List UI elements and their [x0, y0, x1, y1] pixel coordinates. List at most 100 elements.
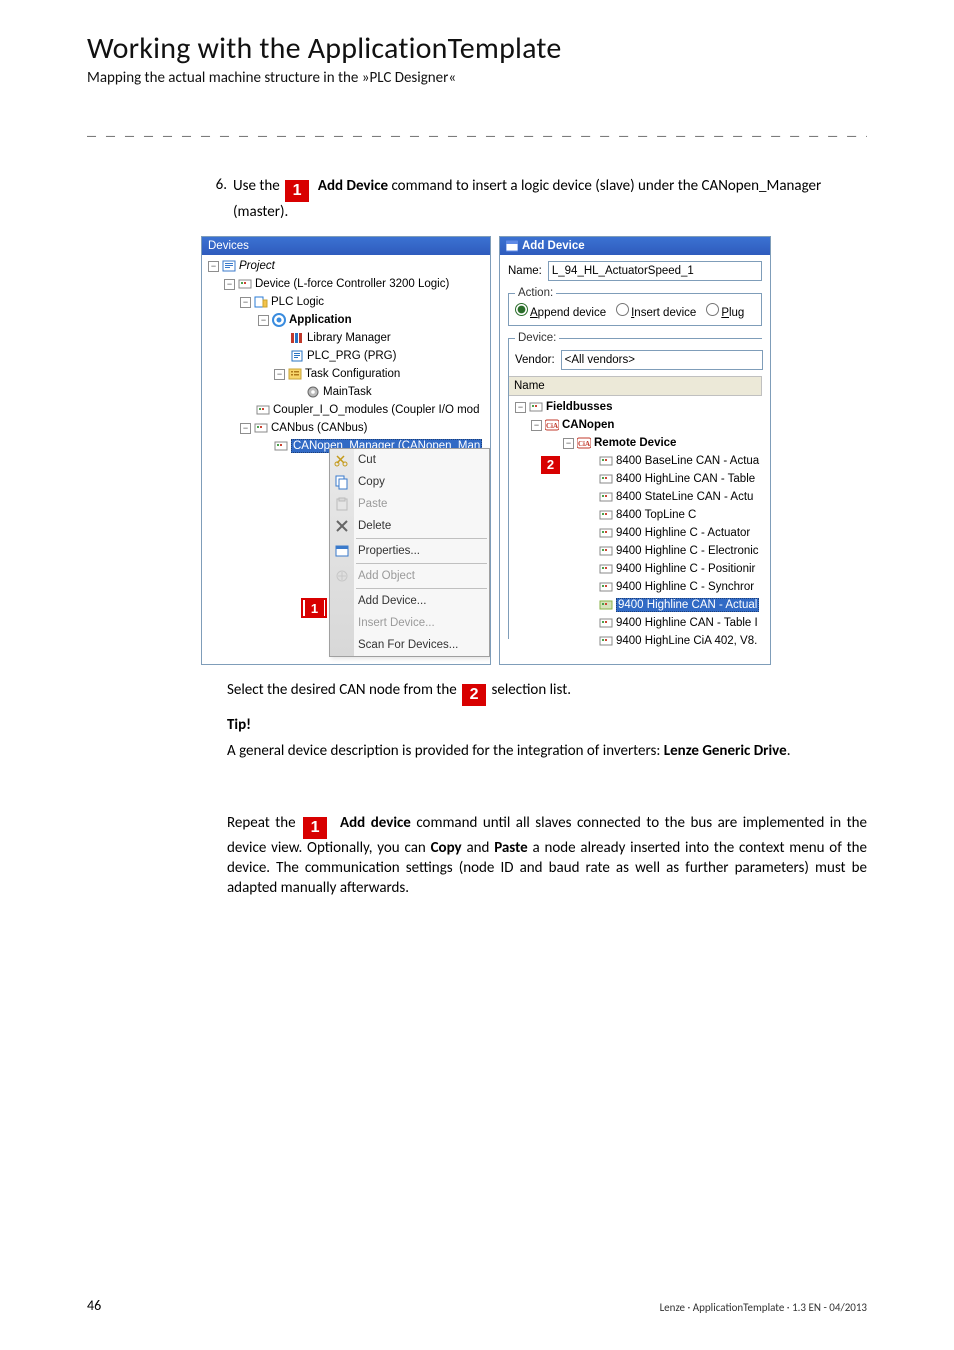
device-icon — [599, 544, 613, 558]
radio-insert[interactable]: Insert device — [616, 303, 696, 319]
devices-title: Devices — [208, 237, 249, 255]
tree-label: 9400 Highline C - Electronic — [616, 545, 759, 557]
devices-titlebar: Devices — [202, 237, 490, 255]
doc-tag: Lenze · ApplicationTemplate · 1.3 EN - 0… — [660, 1301, 867, 1314]
tree-device-option[interactable]: 9400 Highline C - Actuator — [509, 524, 762, 542]
vendor-dropdown[interactable] — [561, 350, 763, 370]
repeat-text: Repeat the 1 Add device command until al… — [227, 814, 867, 899]
expander-icon[interactable]: − — [274, 369, 285, 380]
lenze-generic-drive: Lenze Generic Drive — [664, 742, 787, 760]
tree-application[interactable]: − Application — [202, 311, 490, 329]
device-icon — [599, 598, 613, 612]
menu-copy[interactable]: Copy — [330, 471, 489, 493]
menu-insert-device: Insert Device... — [330, 612, 489, 634]
tree-device-option[interactable]: 9400 Highline CAN - Actual — [509, 596, 762, 614]
add-device-dialog: Add Device Name: Action: Append device I… — [499, 236, 771, 665]
device-icon — [599, 508, 613, 522]
expander-icon[interactable]: − — [240, 297, 251, 308]
expander-icon[interactable]: − — [208, 261, 219, 272]
menu-paste: Paste — [330, 493, 489, 515]
dialog-title: Add Device — [522, 237, 585, 255]
tree-coupler[interactable]: Coupler_I_O_modules (Coupler I/O mod — [202, 401, 490, 419]
expander-icon[interactable]: − — [515, 402, 526, 413]
gear-icon — [306, 385, 320, 399]
device-icon — [599, 490, 613, 504]
expander-icon[interactable]: − — [258, 315, 269, 326]
tree-label: CANbus (CANbus) — [271, 422, 368, 434]
tree-label: Device (L-force Controller 3200 Logic) — [255, 278, 449, 290]
books-icon — [290, 331, 304, 345]
properties-icon — [334, 543, 350, 559]
tree-label: Remote Device — [594, 437, 676, 449]
menu-add-device[interactable]: Add Device... — [330, 590, 489, 612]
tree-canopen[interactable]: −CiACANopen — [509, 416, 762, 434]
task-cfg-icon — [288, 367, 302, 381]
menu-label: Copy — [358, 476, 385, 488]
name-input[interactable] — [548, 261, 762, 281]
menu-scan[interactable]: Scan For Devices... — [330, 634, 489, 656]
copy-icon — [334, 474, 350, 490]
column-name[interactable]: Name — [509, 377, 762, 396]
vendor-label: Vendor: — [515, 354, 555, 366]
callout-2-small: 2 — [541, 456, 560, 474]
tree-device[interactable]: − Device (L-force Controller 3200 Logic) — [202, 275, 490, 293]
page-number: 46 — [87, 1297, 101, 1314]
tree-device-option[interactable]: 9400 Highline C - Positionir — [509, 560, 762, 578]
device-icon — [599, 526, 613, 540]
expander-icon[interactable]: − — [531, 420, 542, 431]
radio-append[interactable]: Append device — [515, 303, 606, 319]
tree-task-cfg[interactable]: − Task Configuration — [202, 365, 490, 383]
tree-device-option[interactable]: 9400 Highline CAN - Table I — [509, 614, 762, 632]
tree-library-manager[interactable]: Library Manager — [202, 329, 490, 347]
tree-label: Project — [239, 260, 275, 272]
divider: _ _ _ _ _ _ _ _ _ _ _ _ _ _ _ _ _ _ _ _ … — [87, 123, 867, 140]
device-icon — [599, 616, 613, 630]
tree-label: Fieldbusses — [546, 401, 612, 413]
expander-icon[interactable]: − — [563, 438, 574, 449]
tree-label: Coupler_I_O_modules (Coupler I/O mod — [273, 404, 479, 416]
page-subtitle: Mapping the actual machine structure in … — [87, 69, 867, 87]
tree-plc-prg[interactable]: PLC_PRG (PRG) — [202, 347, 490, 365]
radio-plug[interactable]: Plug — [706, 303, 744, 319]
tree-label: Task Configuration — [305, 368, 400, 380]
tree-device-option[interactable]: 9400 Highline C - Synchror — [509, 578, 762, 596]
tree-label: PLC_PRG (PRG) — [307, 350, 396, 362]
step-text: Use the 1 Add Device command to insert a… — [233, 176, 867, 222]
paste-word: Paste — [494, 839, 527, 857]
menu-label: Properties... — [358, 545, 420, 557]
tree-fieldbusses[interactable]: − Fieldbusses — [509, 398, 762, 416]
dialog-icon — [506, 240, 518, 252]
tree-remote-device[interactable]: −CiARemote Device — [509, 434, 762, 452]
callout-1-small: 1 — [305, 600, 324, 618]
tip-heading: Tip! — [227, 716, 867, 734]
expander-icon[interactable]: − — [240, 423, 251, 434]
tree-label: 9400 Highline CAN - Table I — [616, 617, 758, 629]
add-device-titlebar: Add Device — [500, 237, 770, 255]
menu-cut[interactable]: Cut — [330, 449, 489, 471]
tree-label: 9400 Highline C - Actuator — [616, 527, 750, 539]
expander-icon[interactable]: − — [224, 279, 235, 290]
tree-label: Library Manager — [307, 332, 391, 344]
cia-icon: CiA — [545, 418, 559, 432]
page-title: Working with the ApplicationTemplate — [87, 30, 867, 67]
menu-label: Paste — [358, 498, 387, 510]
tree-device-option[interactable]: 8400 StateLine CAN - Actu — [509, 488, 762, 506]
device-icon — [256, 403, 270, 417]
callout-1: 1 — [303, 817, 327, 839]
tree-device-option[interactable]: 9400 Highline C - Electronic — [509, 542, 762, 560]
cia-icon: CiA — [577, 436, 591, 450]
devices-tree: − Project − Device (L-force Controller 3… — [202, 255, 490, 459]
tree-device-option[interactable]: 9400 HighLine CiA 402, V8. — [509, 632, 762, 650]
project-icon — [222, 259, 236, 273]
tree-plc-logic[interactable]: − PLC Logic — [202, 293, 490, 311]
tree-label: Application — [289, 314, 352, 326]
tree-canbus[interactable]: − CANbus (CANbus) — [202, 419, 490, 437]
tree-project[interactable]: − Project — [202, 257, 490, 275]
menu-properties[interactable]: Properties... — [330, 540, 489, 562]
tree-label: 8400 TopLine C — [616, 509, 696, 521]
tree-device-option[interactable]: 8400 TopLine C — [509, 506, 762, 524]
menu-label: Add Device... — [358, 595, 426, 607]
menu-delete[interactable]: Delete — [330, 515, 489, 537]
context-menu[interactable]: Cut Copy Paste Delete Properties... Add … — [329, 448, 490, 657]
tree-maintask[interactable]: MainTask — [202, 383, 490, 401]
